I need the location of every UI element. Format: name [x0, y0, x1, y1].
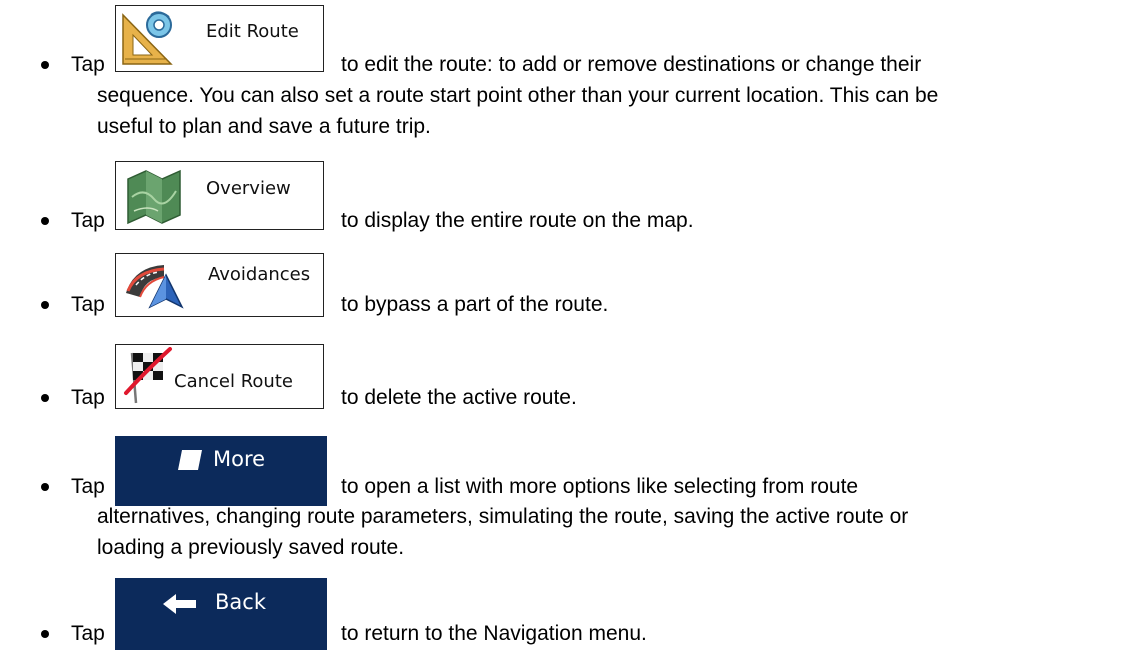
edit-route-label: Edit Route: [206, 21, 299, 42]
map-icon: [127, 169, 181, 225]
bullet: [41, 301, 49, 309]
back-button[interactable]: Back: [115, 578, 327, 650]
item-description: to display the entire route on the map.: [341, 209, 694, 232]
edit-route-button[interactable]: Edit Route: [115, 5, 324, 72]
cancel-route-label: Cancel Route: [174, 371, 293, 392]
square-more-icon: [178, 450, 202, 470]
checkered-flag-cancel-icon: [124, 347, 172, 404]
continuation-line: loading a previously saved route.: [97, 536, 405, 559]
continuation-line: sequence. You can also set a route start…: [97, 84, 939, 107]
item-description-continuation: sequence. You can also set a route start…: [97, 80, 1142, 142]
continuation-line: useful to plan and save a future trip.: [97, 115, 431, 138]
item-description: to edit the route: to add or remove dest…: [341, 53, 922, 76]
back-label: Back: [215, 590, 266, 614]
bullet: [41, 630, 49, 638]
tap-text: Tap: [71, 622, 105, 645]
bullet: [41, 394, 49, 402]
tap-text: Tap: [71, 53, 105, 76]
continuation-line: alternatives, changing route parameters,…: [97, 505, 909, 528]
overview-button[interactable]: Overview: [115, 161, 324, 230]
avoidances-button[interactable]: Avoidances: [115, 253, 324, 317]
item-description: to delete the active route.: [341, 386, 577, 409]
bullet: [41, 483, 49, 491]
item-description: to open a list with more options like se…: [341, 475, 859, 498]
more-label: More: [213, 447, 266, 471]
cancel-route-button[interactable]: Cancel Route: [115, 344, 324, 409]
tap-text: Tap: [71, 209, 105, 232]
bullet: [41, 61, 49, 69]
bullet: [41, 217, 49, 225]
tap-text: Tap: [71, 475, 105, 498]
more-button[interactable]: More: [115, 436, 327, 506]
item-description: to bypass a part of the route.: [341, 293, 609, 316]
overview-label: Overview: [206, 178, 291, 199]
set-square-icon: [122, 11, 173, 65]
item-description-continuation: alternatives, changing route parameters,…: [97, 501, 1142, 563]
road-avoid-icon: [126, 265, 184, 309]
tap-text: Tap: [71, 386, 105, 409]
back-arrow-icon: [163, 594, 196, 614]
item-description: to return to the Navigation menu.: [341, 622, 647, 645]
avoidances-label: Avoidances: [208, 264, 311, 285]
tap-text: Tap: [71, 293, 105, 316]
